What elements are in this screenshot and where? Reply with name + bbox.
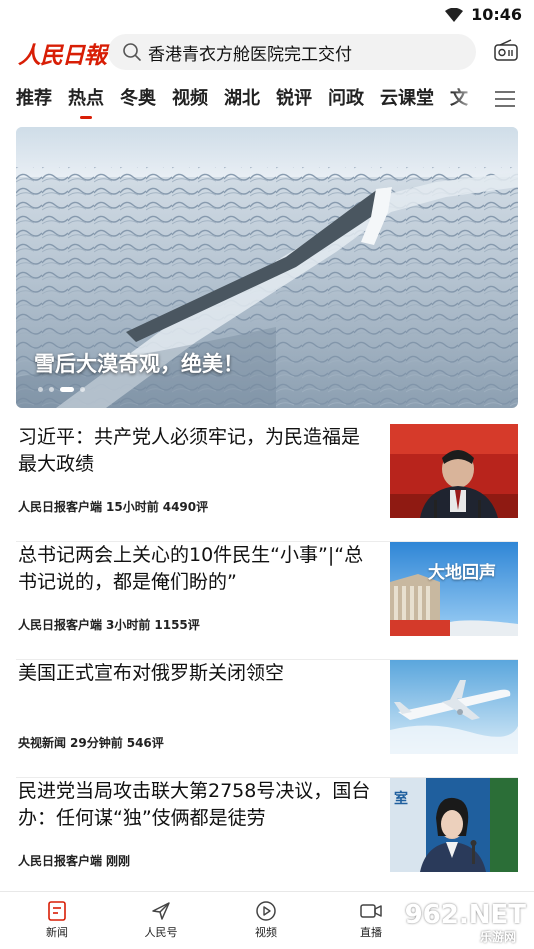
news-comments: 1155评 <box>154 618 200 632</box>
status-right: 10:46 <box>445 5 522 24</box>
search-icon <box>123 43 141 61</box>
featured-banner[interactable]: 雪后大漠奇观，绝美！ <box>16 127 518 408</box>
news-title: 习近平：共产党人必须牢记，为民造福是最大政绩 <box>18 426 361 475</box>
thumbnail-caption: 大地回声 <box>428 563 496 583</box>
nav-people-account[interactable]: 人民号 <box>126 900 196 940</box>
carousel-indicator <box>38 387 85 392</box>
news-time: 3小时前 <box>106 618 151 632</box>
watermark-sub: 乐游网 <box>479 930 516 944</box>
news-thumbnail: 大地回声 <box>390 542 518 636</box>
tab-inquiry[interactable]: 问政 <box>328 84 364 114</box>
nav-video[interactable]: 视频 <box>231 900 301 940</box>
nav-news[interactable]: 新闻 <box>22 900 92 940</box>
watermark: 962.NET <box>404 900 526 930</box>
play-icon <box>256 901 276 921</box>
news-meta: 央视新闻 29分钟前 546评 <box>18 734 168 751</box>
news-thumbnail <box>390 424 518 518</box>
tab-video[interactable]: 视频 <box>172 84 208 114</box>
nav-label: 视频 <box>255 926 277 939</box>
tab-cloud-class[interactable]: 云课堂 <box>380 84 434 114</box>
news-title: 民进党当局攻击联大第2758号决议，国台办：任何谋“独”伎俩都是徒劳 <box>18 780 371 829</box>
tab-winter-olympics[interactable]: 冬奥 <box>120 84 156 114</box>
news-item[interactable]: 习近平：共产党人必须牢记，为民造福是最大政绩 人民日报客户端 15小时前 4490评 <box>16 424 518 542</box>
news-time: 15小时前 <box>106 500 159 514</box>
news-source: 央视新闻 <box>18 736 67 750</box>
news-meta: 人民日报客户端 15小时前 4490评 <box>18 498 212 515</box>
news-thumbnail: 室 <box>390 778 518 872</box>
tab-hubei[interactable]: 湖北 <box>224 84 260 114</box>
header: 人民日報 香港青衣方舱医院完工交付 <box>0 32 534 72</box>
thumbnail-caption: 室 <box>394 791 408 807</box>
search-suggestion: 香港青衣方舱医院完工交付 <box>148 44 352 65</box>
send-icon <box>152 902 170 920</box>
news-time: 刚刚 <box>106 854 131 868</box>
news-item[interactable]: 美国正式宣布对俄罗斯关闭领空 央视新闻 29分钟前 546评 <box>16 660 518 778</box>
news-meta: 人民日报客户端 刚刚 <box>18 852 138 869</box>
news-time: 29分钟前 <box>70 736 123 750</box>
news-title: 美国正式宣布对俄罗斯关闭领空 <box>18 662 285 684</box>
status-bar: 10:46 <box>0 0 534 28</box>
tab-fade <box>450 84 495 118</box>
camera-icon <box>360 904 382 918</box>
app-logo[interactable]: 人民日報 <box>18 36 107 70</box>
tab-row: 推荐 热点 冬奥 视频 湖北 锐评 问政 云课堂 文 <box>16 84 468 119</box>
carousel-dot <box>80 387 85 392</box>
search-bar[interactable]: 香港青衣方舱医院完工交付 <box>108 34 476 70</box>
carousel-dot <box>49 387 54 392</box>
carousel-dot <box>38 387 43 392</box>
news-icon <box>48 901 66 921</box>
news-meta: 人民日报客户端 3小时前 1155评 <box>18 616 204 633</box>
nav-live[interactable]: 直播 <box>336 900 406 940</box>
news-source: 人民日报客户端 <box>18 854 103 868</box>
nav-label: 直播 <box>360 926 382 939</box>
carousel-dot-active <box>60 387 74 392</box>
tab-hot[interactable]: 热点 <box>68 84 104 119</box>
news-source: 人民日报客户端 <box>18 500 103 514</box>
nav-label: 人民号 <box>144 926 178 939</box>
nav-label: 新闻 <box>46 926 68 939</box>
radio-icon[interactable] <box>494 39 518 65</box>
news-source: 人民日报客户端 <box>18 618 103 632</box>
tab-commentary[interactable]: 锐评 <box>276 84 312 114</box>
clock: 10:46 <box>471 5 522 24</box>
menu-icon[interactable] <box>490 90 516 112</box>
banner-caption: 雪后大漠奇观，绝美！ <box>34 352 244 376</box>
news-item[interactable]: 总书记两会上关心的10件民生“小事”|“总书记说的，都是俺们盼的” 人民日报客户… <box>16 542 518 660</box>
tab-recommend[interactable]: 推荐 <box>16 84 52 114</box>
channel-tabs: 推荐 热点 冬奥 视频 湖北 锐评 问政 云课堂 文 <box>0 84 534 119</box>
news-item[interactable]: 民进党当局攻击联大第2758号决议，国台办：任何谋“独”伎俩都是徒劳 人民日报客… <box>16 778 518 896</box>
news-thumbnail <box>390 660 518 754</box>
news-comments: 546评 <box>126 736 164 750</box>
news-comments: 4490评 <box>162 500 209 514</box>
wifi-icon <box>445 7 464 22</box>
news-title: 总书记两会上关心的10件民生“小事”|“总书记说的，都是俺们盼的” <box>18 544 364 593</box>
